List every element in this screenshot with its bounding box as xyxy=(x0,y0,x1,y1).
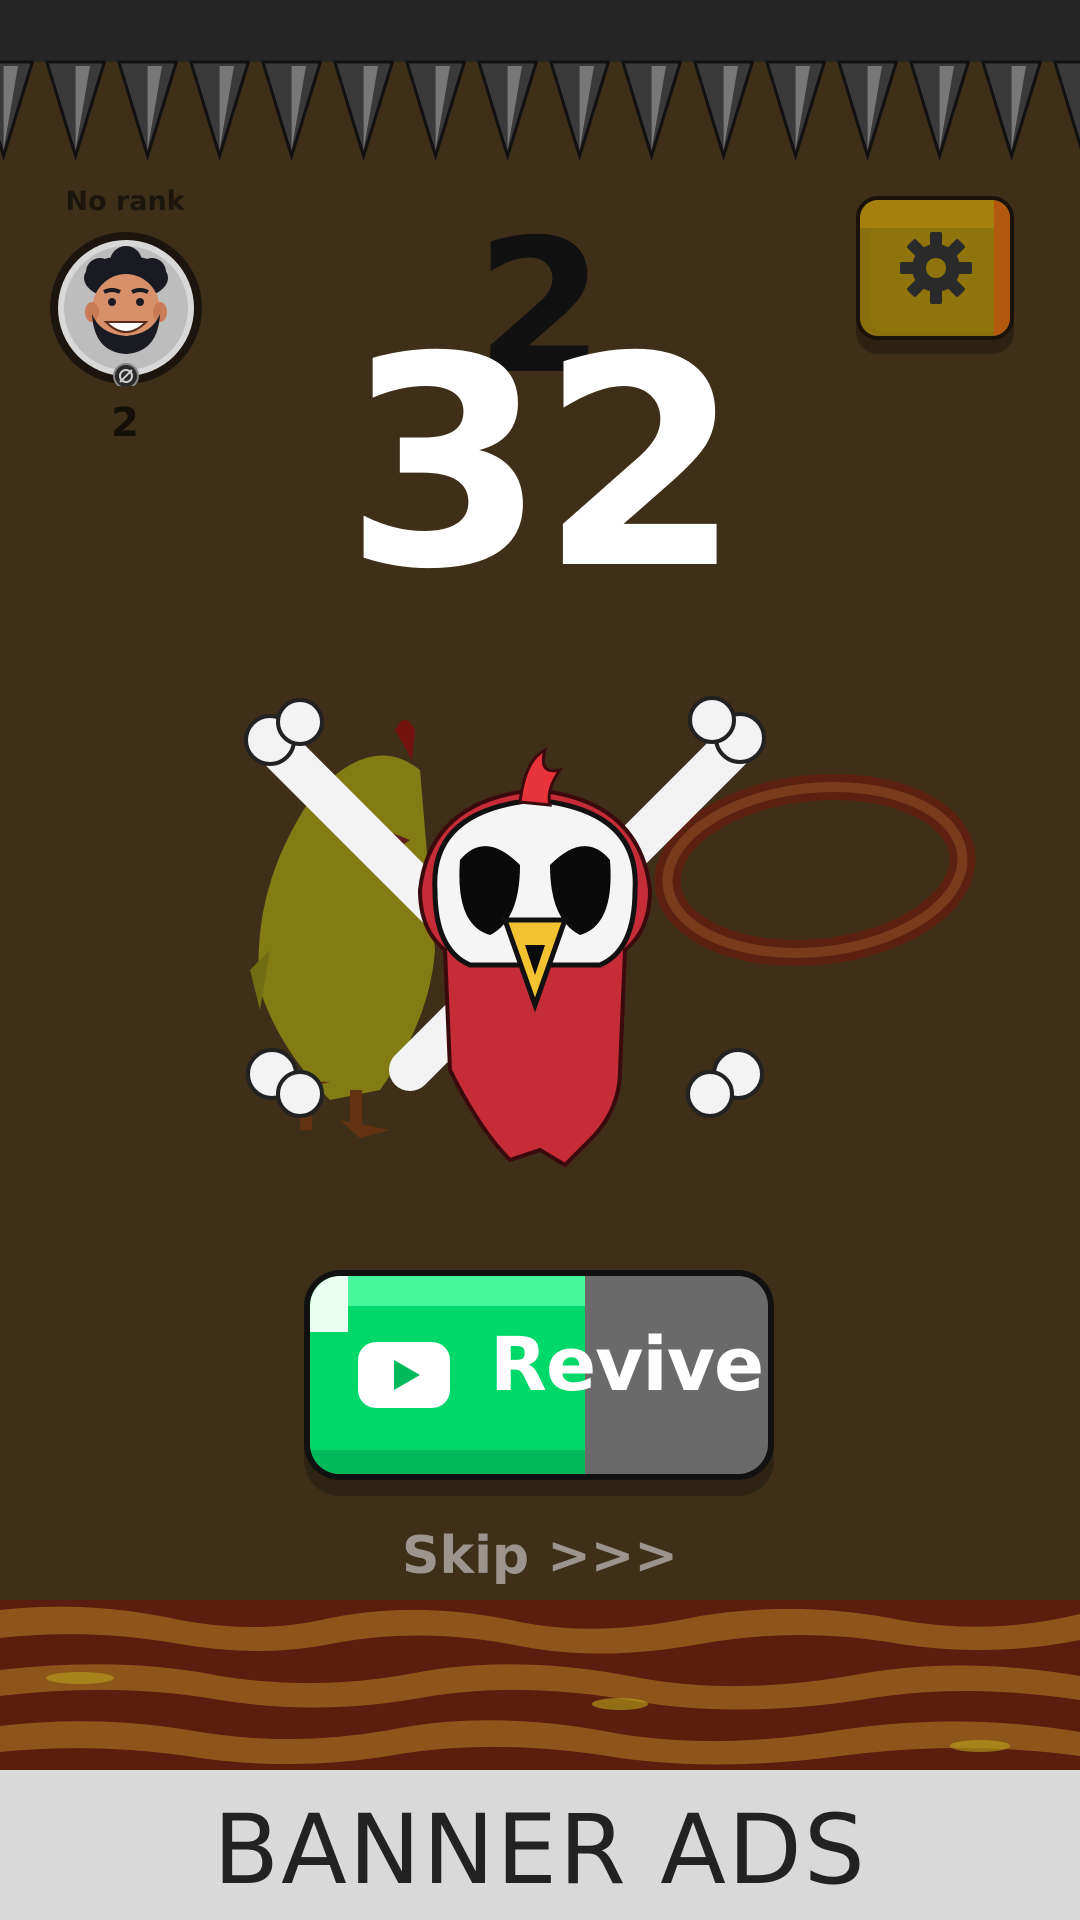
lava-floor xyxy=(0,1600,1080,1770)
play-icon xyxy=(358,1342,450,1408)
banner-ad[interactable]: BANNER ADS xyxy=(0,1770,1080,1920)
avatar[interactable] xyxy=(48,230,204,386)
skull-icon xyxy=(417,747,653,1168)
skip-button[interactable]: Skip >>> xyxy=(340,1526,740,1586)
current-score: 32 xyxy=(344,296,742,633)
settings-button-face xyxy=(856,196,1014,340)
spike xyxy=(260,60,323,160)
rank-label: No rank xyxy=(65,186,185,217)
rank-value: 2 xyxy=(111,400,139,446)
spike xyxy=(1052,60,1080,150)
spike xyxy=(332,60,395,160)
revive-button[interactable]: Revive xyxy=(304,1270,774,1496)
revive-label: Revive xyxy=(490,1322,764,1408)
gear-icon xyxy=(900,232,972,304)
settings-button[interactable] xyxy=(856,196,1014,354)
spike xyxy=(404,60,467,160)
banner-ad-label: BANNER ADS xyxy=(213,1794,867,1906)
ceiling-spikes xyxy=(0,60,1080,160)
top-bar xyxy=(0,0,1080,62)
revive-timer-track: Revive xyxy=(310,1276,768,1474)
death-illustration xyxy=(244,696,976,1168)
